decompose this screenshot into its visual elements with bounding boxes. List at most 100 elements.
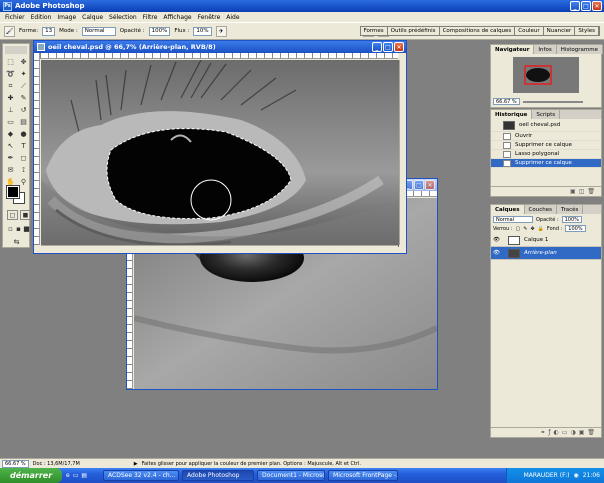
task-word[interactable]: Document1 - Microsof... <box>257 470 326 481</box>
doc-horizontal-scrollbar[interactable] <box>41 245 398 253</box>
task-photoshop[interactable]: Adobe Photoshop <box>182 470 255 481</box>
screen-mode-1-icon[interactable]: ▫ <box>7 224 14 234</box>
marquee-tool-icon[interactable]: ⬚ <box>5 57 16 67</box>
history-item[interactable]: Lasso polygonal <box>491 150 601 159</box>
airbrush-icon[interactable]: ✈ <box>215 25 227 37</box>
menu-filtre[interactable]: Filtre <box>140 14 161 21</box>
quicklaunch-desktop-icon[interactable]: ▭ <box>73 472 79 479</box>
quicklaunch-folder-icon[interactable]: ▤ <box>81 472 87 479</box>
status-arrow-icon[interactable]: ▶ <box>134 461 138 467</box>
minimize-button[interactable]: _ <box>570 1 580 11</box>
layer-fill-field[interactable]: 100% <box>565 225 586 232</box>
layer-opacity-field[interactable]: 100% <box>561 216 582 223</box>
eye-visibility-icon[interactable]: 👁 <box>493 237 500 243</box>
type-tool-icon[interactable]: T <box>18 141 29 151</box>
menu-aide[interactable]: Aide <box>223 14 242 21</box>
standard-mode-icon[interactable]: ◻ <box>7 210 18 220</box>
layer-blend-mode-select[interactable]: Normal <box>493 216 533 223</box>
history-item[interactable]: Ouvrir <box>491 132 601 141</box>
lock-transparency-icon[interactable]: ▢ <box>516 226 521 232</box>
screen-mode-3-icon[interactable]: ■ <box>23 224 30 234</box>
close-button[interactable]: ✕ <box>592 1 602 11</box>
task-acdsee[interactable]: ACDSee 32 v2.4 - ch... <box>103 470 180 481</box>
mode-select[interactable]: Normal <box>81 26 116 36</box>
new-document-icon[interactable]: ▣ <box>570 188 576 195</box>
imageready-jump-icon[interactable]: ⇆ <box>11 237 22 247</box>
zoom-tool-icon[interactable]: ⚲ <box>18 177 29 187</box>
move-tool-icon[interactable]: ✥ <box>18 57 29 67</box>
start-button[interactable]: démarrer <box>0 468 62 483</box>
doc-back-maximize-button[interactable]: □ <box>414 180 424 190</box>
tab-histogramme[interactable]: Histogramme <box>556 45 603 54</box>
brush-size-field[interactable]: 13 <box>42 26 56 36</box>
tab-scripts[interactable]: Scripts <box>532 110 561 119</box>
quicklaunch-ie-icon[interactable]: e <box>66 472 70 479</box>
brush-tool-icon[interactable]: ✎ <box>18 93 29 103</box>
dodge-tool-icon[interactable]: ● <box>18 129 29 139</box>
new-snapshot-icon[interactable]: ◫ <box>579 188 585 195</box>
doc-maximize-button[interactable]: □ <box>383 42 393 52</box>
tab-historique[interactable]: Historique <box>491 110 533 119</box>
doc-back-close-button[interactable]: ✕ <box>425 180 435 190</box>
trash-icon[interactable]: 🗑 <box>587 188 595 195</box>
layer-row[interactable]: 👁 Calque 1 <box>491 234 601 247</box>
slice-tool-icon[interactable]: ⟋ <box>18 81 29 91</box>
doc-minimize-button[interactable]: _ <box>372 42 382 52</box>
well-nuancier[interactable]: Nuancier <box>543 27 576 35</box>
lock-paint-icon[interactable]: ✎ <box>523 226 527 232</box>
menu-fichier[interactable]: Fichier <box>2 14 28 21</box>
layer-style-icon[interactable]: ƒ <box>548 429 550 436</box>
document-front-title-bar[interactable]: oeil cheval.psd @ 66,7% (Arrière-plan, R… <box>34 41 406 53</box>
navigator-zoom-slider[interactable] <box>522 100 583 103</box>
tab-navigateur[interactable]: Navigateur <box>491 45 535 54</box>
healing-brush-icon[interactable]: ✚ <box>5 93 16 103</box>
menu-edition[interactable]: Edition <box>28 14 55 21</box>
tab-calques[interactable]: Calques <box>491 205 525 214</box>
path-select-icon[interactable]: ↖ <box>5 141 16 151</box>
tab-infos[interactable]: Infos <box>534 45 557 54</box>
well-outils[interactable]: Outils prédéfinis <box>387 27 440 35</box>
link-layers-icon[interactable]: ⚭ <box>540 429 545 436</box>
blur-tool-icon[interactable]: ◆ <box>5 129 16 139</box>
gradient-tool-icon[interactable]: ▤ <box>18 117 29 127</box>
history-brush-icon[interactable]: ↺ <box>18 105 29 115</box>
history-item-selected[interactable]: Supprimer ce calque <box>491 159 601 168</box>
crop-tool-icon[interactable]: ⌗ <box>5 81 16 91</box>
layer-mask-icon[interactable]: ◐ <box>554 429 559 436</box>
well-couleur[interactable]: Couleur <box>515 27 544 35</box>
status-zoom-field[interactable]: 66.67 % <box>2 459 29 468</box>
eyedropper-icon[interactable]: ⟟ <box>18 165 29 175</box>
screen-mode-2-icon[interactable]: ▪ <box>15 224 22 234</box>
well-styles[interactable]: Styles <box>575 27 599 35</box>
doc-vertical-scrollbar[interactable] <box>399 60 406 245</box>
navigator-zoom-field[interactable]: 66.67 % <box>493 98 520 105</box>
menu-selection[interactable]: Sélection <box>106 14 140 21</box>
magic-wand-icon[interactable]: ✦ <box>18 69 29 79</box>
lock-position-icon[interactable]: ✥ <box>530 226 534 232</box>
menu-image[interactable]: Image <box>54 14 79 21</box>
opacity-field[interactable]: 100% <box>148 26 171 36</box>
tab-couches[interactable]: Couches <box>524 205 557 214</box>
brush-preset-icon[interactable]: 🖌 <box>4 25 15 37</box>
maximize-button[interactable]: □ <box>581 1 591 11</box>
eye-photo-front[interactable] <box>41 60 399 247</box>
layer-row-selected[interactable]: 👁 Arrière-plan <box>491 247 601 260</box>
task-frontpage[interactable]: Microsoft FrontPage -... <box>328 470 399 481</box>
foreground-color-swatch[interactable] <box>6 185 20 199</box>
eye-visibility-icon[interactable]: 👁 <box>493 250 500 256</box>
tab-traces[interactable]: Tracés <box>556 205 584 214</box>
shape-tool-icon[interactable]: ◻ <box>18 153 29 163</box>
lock-all-icon[interactable]: 🔒 <box>538 226 544 232</box>
adjustment-layer-icon[interactable]: ◑ <box>570 429 575 436</box>
well-compositions[interactable]: Compositions de calques <box>439 27 516 35</box>
menu-affichage[interactable]: Affichage <box>160 14 194 21</box>
clone-stamp-icon[interactable]: ⊥ <box>5 105 16 115</box>
flow-field[interactable]: 10% <box>193 26 212 36</box>
history-snapshot[interactable]: oeil cheval.psd <box>491 119 601 132</box>
quickmask-mode-icon[interactable]: ◼ <box>20 210 31 220</box>
menu-fenetre[interactable]: Fenêtre <box>195 14 224 21</box>
history-item[interactable]: Supprimer ce calque <box>491 141 601 150</box>
delete-layer-icon[interactable]: 🗑 <box>587 429 595 436</box>
notes-tool-icon[interactable]: ✉ <box>5 165 16 175</box>
doc-close-button[interactable]: ✕ <box>394 42 404 52</box>
